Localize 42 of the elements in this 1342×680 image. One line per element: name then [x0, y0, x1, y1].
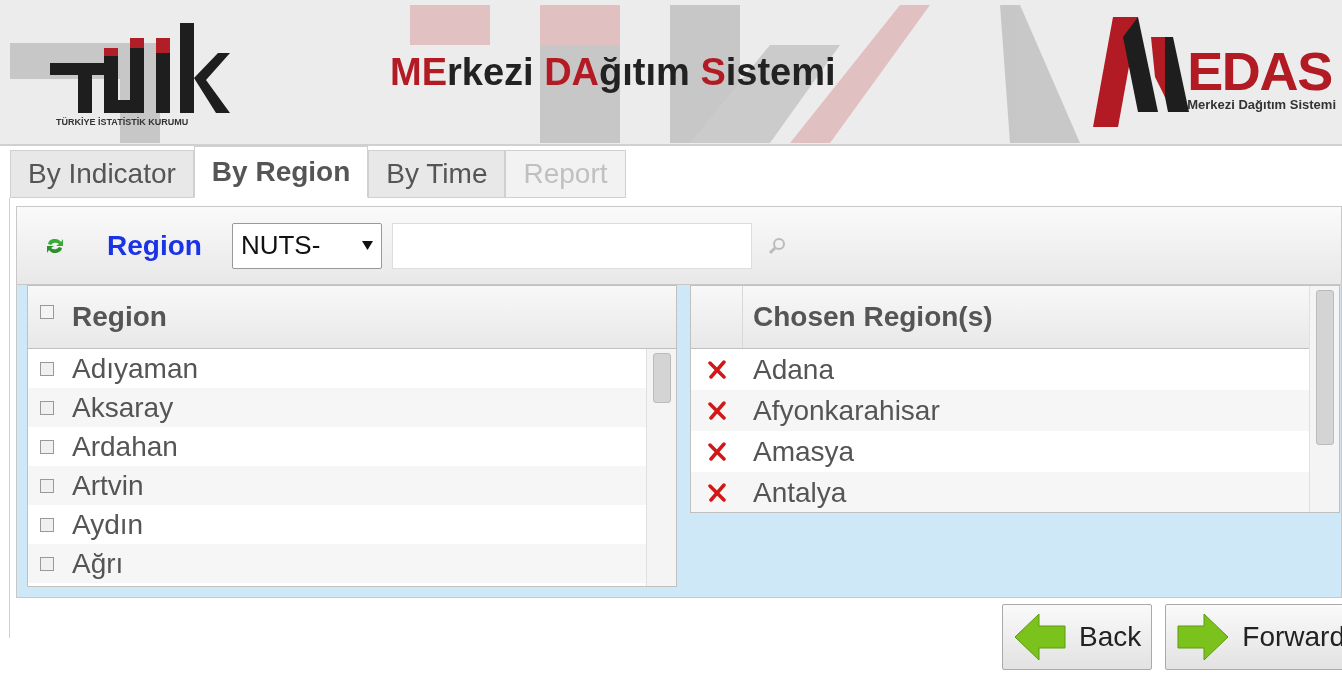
system-title: MErkezi DAğıtım Sistemi	[390, 49, 836, 95]
search-field[interactable]	[391, 222, 752, 269]
region-label: Region	[107, 228, 202, 263]
region-name: Aksaray	[72, 391, 174, 424]
tab[interactable]: By Time	[368, 150, 506, 198]
scrollbar[interactable]	[1309, 286, 1339, 512]
checkbox[interactable]	[40, 439, 54, 454]
list-row[interactable]: Ağrı	[28, 544, 646, 583]
region-name: Amasya	[753, 435, 855, 468]
level-select[interactable]: NUTS-	[231, 222, 382, 269]
tab[interactable]: By Indicator	[10, 150, 194, 198]
checkbox[interactable]	[40, 400, 54, 415]
region-name: Adana	[753, 353, 834, 386]
list-row[interactable]: Artvin	[28, 466, 646, 505]
region-name: Aydın	[72, 508, 144, 541]
column-header: Chosen Region(s)	[753, 300, 993, 334]
region-name: Adıyaman	[72, 352, 199, 385]
caret-icon	[361, 241, 373, 250]
brand-name: EDAS	[1187, 44, 1332, 98]
tab[interactable]: By Region	[193, 146, 369, 198]
remove-icon[interactable]	[707, 400, 727, 421]
region-name: Ağrı	[72, 547, 124, 580]
remove-icon[interactable]	[707, 441, 727, 462]
checkbox[interactable]	[40, 478, 54, 493]
search-icon[interactable]	[767, 236, 786, 255]
remove-icon[interactable]	[707, 482, 727, 503]
checkbox[interactable]	[40, 556, 54, 571]
logo-icon	[1093, 17, 1190, 127]
list-row[interactable]: Aksaray	[28, 388, 646, 427]
region-name: Afyonkarahisar	[753, 394, 940, 427]
brand-caption: Merkezi Dağıtım Sistemi	[1187, 98, 1336, 111]
region-name: Artvin	[72, 469, 144, 502]
checkbox[interactable]	[40, 305, 54, 319]
nav-button[interactable]: Back	[1002, 604, 1153, 670]
column-header: Region	[72, 300, 167, 334]
region-name: Ardahan	[72, 430, 178, 463]
checkbox[interactable]	[40, 517, 54, 532]
logo-caption: TÜRKİYE İSTATİSTİK KURUMU	[56, 117, 189, 127]
remove-icon[interactable]	[707, 359, 727, 380]
checkbox[interactable]	[40, 361, 54, 376]
region-name: Antalya	[753, 476, 847, 509]
scrollbar[interactable]	[646, 349, 676, 586]
